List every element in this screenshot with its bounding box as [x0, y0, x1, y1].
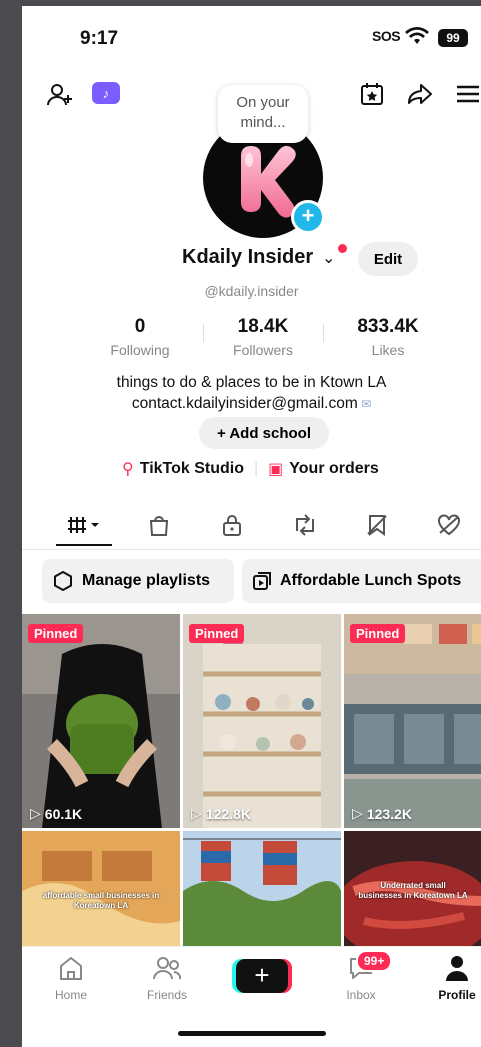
divider: |: [254, 460, 259, 477]
manage-playlists-button[interactable]: Manage playlists: [42, 559, 234, 603]
stat-value: 18.4K: [237, 316, 289, 337]
playlist-chip[interactable]: Affordable Lunch Spots: [242, 559, 481, 603]
tiktok-badge-icon[interactable]: ♪: [92, 82, 120, 104]
divider: [22, 549, 481, 550]
pinned-badge: Pinned: [189, 624, 245, 643]
studio-icon: ⚲: [122, 461, 134, 478]
heart-icon: [438, 514, 460, 536]
status-carrier: SOS: [372, 28, 401, 44]
view-count: ▷ 123.2K: [352, 805, 412, 822]
add-story-button[interactable]: +: [291, 200, 325, 234]
nav-label: Home: [54, 988, 87, 1002]
pinned-badge: Pinned: [350, 624, 406, 643]
stat-followers[interactable]: 18.4K Followers: [203, 316, 323, 358]
your-orders-link[interactable]: Your orders: [289, 460, 379, 478]
menu-icon[interactable]: [454, 82, 480, 106]
divider: [323, 324, 324, 342]
video-thumbnail[interactable]: Underrated small businesses in Koreatown…: [344, 831, 481, 946]
tab-videos[interactable]: [62, 510, 108, 540]
add-school-button[interactable]: + Add school: [199, 417, 329, 449]
email-icon: ✉: [357, 397, 372, 411]
nav-label: Friends: [146, 988, 187, 1002]
tab-private[interactable]: [217, 510, 247, 540]
share-icon[interactable]: [406, 80, 434, 108]
profile-tabs: [22, 504, 481, 548]
username-handle: @kdaily.insider: [204, 283, 299, 299]
stat-label: Following: [110, 342, 170, 358]
pinned-badge: Pinned: [28, 624, 84, 643]
home-indicator: [178, 1031, 326, 1036]
nav-label: Inbox: [346, 988, 376, 1002]
lock-icon: [223, 515, 241, 536]
tab-shop[interactable]: [144, 510, 174, 540]
nav-label: Profile: [438, 988, 476, 1002]
edit-profile-button[interactable]: Edit: [358, 242, 418, 276]
chevron-down-icon[interactable]: ⌄: [322, 248, 335, 268]
view-count-value: 123.2K: [366, 805, 412, 822]
tab-favorites[interactable]: [362, 510, 392, 540]
home-icon: [60, 957, 82, 980]
notification-dot: [338, 244, 347, 253]
create-button[interactable]: +: [236, 959, 288, 993]
gear-icon: [54, 570, 72, 592]
display-name: Kdaily Insider: [182, 246, 314, 268]
calendar-star-icon[interactable]: [358, 80, 386, 108]
playlist-icon: [253, 572, 271, 590]
bottom-nav: Home Friends + Inbox 99+ Profile: [22, 946, 481, 1047]
bio-email-row[interactable]: contact.kdailyinsider@gmail.com ✉: [22, 395, 481, 413]
wifi-icon: [405, 26, 429, 51]
play-icon: ▷: [352, 805, 363, 821]
thumbnail-image: [22, 614, 180, 828]
active-tab-indicator: [56, 544, 112, 546]
play-icon: ▷: [30, 805, 41, 821]
video-thumbnail[interactable]: Pinned ▷ 60.1K: [22, 614, 180, 828]
quick-links: ⚲ TikTok Studio | ▣ Your orders: [122, 459, 379, 479]
app-frame: 9:17 SOS 99 ♪ On your mind... + Kdaily I…: [22, 6, 481, 1047]
stat-label: Followers: [233, 342, 293, 358]
grid-icon: [68, 517, 99, 533]
tab-liked[interactable]: [434, 510, 464, 540]
status-bar: 9:17 SOS 99: [22, 6, 481, 66]
repost-icon: [296, 514, 314, 536]
view-count-value: 60.1K: [44, 805, 83, 822]
tiktok-studio-link[interactable]: TikTok Studio: [140, 460, 244, 478]
stat-likes[interactable]: 833.4K Likes: [328, 316, 448, 358]
nav-friends[interactable]: Friends: [132, 955, 202, 1002]
video-thumbnail[interactable]: Pinned ▷ 123.2K: [344, 614, 481, 828]
thumbnail-image: [183, 831, 341, 946]
nav-profile[interactable]: Profile: [422, 955, 481, 1002]
view-count: ▷ 122.8K: [191, 805, 251, 822]
add-friend-icon[interactable]: [46, 82, 74, 108]
stat-value: 0: [134, 316, 146, 337]
bookmark-icon: [367, 515, 387, 536]
stat-following[interactable]: 0 Following: [80, 316, 200, 358]
video-thumbnail[interactable]: affordable small businesses in Koreatown…: [22, 831, 180, 946]
thumbnail-image: [183, 614, 341, 828]
nav-home[interactable]: Home: [36, 955, 106, 1002]
bio-email: contact.kdailyinsider@gmail.com: [131, 395, 358, 412]
battery-indicator: 99: [438, 29, 468, 47]
chip-label: Affordable Lunch Spots: [280, 572, 462, 589]
shopping-bag-icon: [149, 516, 169, 536]
play-icon: ▷: [191, 805, 202, 821]
inbox-badge: 99+: [356, 950, 393, 972]
tab-reposts[interactable]: [290, 510, 320, 540]
thumbnail-caption: Underrated small businesses in Koreatown…: [358, 881, 468, 900]
video-thumbnail[interactable]: Pinned ▷ 122.8K: [183, 614, 341, 828]
friends-icon: [153, 957, 182, 980]
bio-line: things to do & places to be in Ktown LA: [116, 374, 387, 391]
view-count-value: 122.8K: [205, 805, 251, 822]
thumbnail-caption: affordable small businesses in Koreatown…: [42, 891, 160, 910]
mind-bubble[interactable]: On your mind...: [218, 85, 308, 143]
stat-value: 833.4K: [357, 316, 419, 337]
orders-icon: ▣: [268, 461, 284, 478]
video-thumbnail[interactable]: [183, 831, 341, 946]
profile-icon: [446, 956, 468, 981]
stat-label: Likes: [371, 342, 405, 358]
view-count: ▷ 60.1K: [30, 805, 82, 822]
thumbnail-image: [344, 614, 481, 828]
thumbnail-image: [22, 831, 180, 946]
chip-label: Manage playlists: [82, 572, 211, 589]
status-time: 9:17: [80, 28, 119, 49]
